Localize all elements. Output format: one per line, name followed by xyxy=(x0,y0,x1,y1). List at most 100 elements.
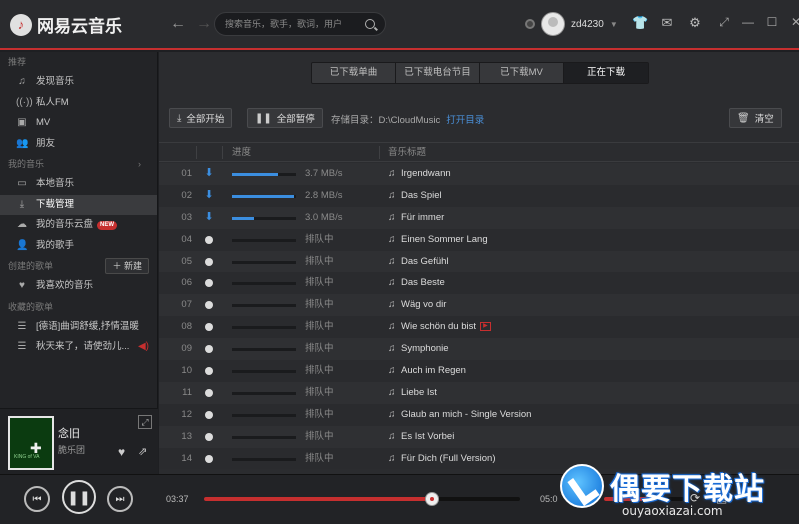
row-title[interactable]: Für immer xyxy=(401,207,444,229)
music-note-icon: ♫ xyxy=(388,365,396,377)
tab-downloaded-mv[interactable]: 已下载MV xyxy=(480,63,564,83)
new-playlist-button[interactable]: ＋ 新建 xyxy=(105,258,149,274)
sidebar-section-created: 创建的歌单 ＋ 新建 xyxy=(0,256,157,276)
table-row[interactable]: 05 排队中 ♫ Das Gefühl xyxy=(159,250,799,273)
forward-arrow-icon[interactable]: → xyxy=(196,15,212,33)
download-icon: ⤓ xyxy=(19,198,25,210)
sidebar-section-my-music[interactable]: 我的音乐 › xyxy=(0,154,157,174)
row-title[interactable]: Wie schön du bist ▶ xyxy=(401,316,491,338)
table-row[interactable]: 07 排队中 ♫ Wäg vo dir xyxy=(159,294,799,317)
table-row[interactable]: 10 排队中 ♫ Auch im Regen xyxy=(159,360,799,382)
progress-fill xyxy=(204,497,432,501)
music-note-icon: ♫ xyxy=(388,233,396,245)
row-progress-bar xyxy=(232,457,296,461)
table-row[interactable]: 04 排队中 ♫ Einen Sommer Lang xyxy=(159,228,799,251)
skin-icon[interactable]: 👕 xyxy=(632,16,648,30)
music-note-icon: ♫ xyxy=(18,76,26,87)
column-title[interactable]: 音乐标题 xyxy=(388,143,426,162)
row-title[interactable]: Das Beste xyxy=(401,272,445,294)
gear-icon[interactable]: ⚙ xyxy=(688,16,702,30)
username[interactable]: zd4230 xyxy=(571,19,604,30)
row-progress-bar xyxy=(232,260,296,264)
previous-button[interactable]: ⏮ xyxy=(24,486,50,512)
app-logo[interactable]: ♪ 网易云音乐 xyxy=(10,12,122,37)
sidebar-item-fm[interactable]: ((·)) 私人FM xyxy=(0,93,157,114)
start-all-button[interactable]: ⤓ 全部开始 xyxy=(169,108,233,128)
monitor-icon: ▭ xyxy=(17,178,27,189)
mini-mode-icon[interactable]: ⤢ xyxy=(718,16,730,28)
sidebar-item-artists[interactable]: 👤 我的歌手 xyxy=(0,236,157,257)
speaker-icon: ◀) xyxy=(137,341,149,352)
pause-all-button[interactable]: ❚❚ 全部暂停 xyxy=(247,108,323,128)
row-status: 排队中 xyxy=(305,233,334,245)
column-progress[interactable]: 进度 xyxy=(232,143,251,162)
playlist-icon: ☰ xyxy=(17,320,27,332)
row-status: 排队中 xyxy=(305,343,334,355)
row-title[interactable]: Glaub an mich - Single Version xyxy=(401,404,531,426)
new-badge: NEW xyxy=(97,220,118,230)
table-row[interactable]: 02 ⬇ 2.8 MB/s ♫ Das Spiel xyxy=(159,184,799,207)
sidebar-item-local[interactable]: ▭ 本地音乐 xyxy=(0,174,157,195)
tab-downloaded-songs[interactable]: 已下载单曲 xyxy=(312,63,396,83)
watermark-url: ouyaoxiazai.com xyxy=(622,504,723,518)
avatar[interactable] xyxy=(541,12,565,36)
sidebar-item-friends[interactable]: 👥 朋友 xyxy=(0,134,157,155)
row-title[interactable]: Auch im Regen xyxy=(401,360,466,382)
now-playing-artist[interactable]: 脆乐团 xyxy=(58,443,85,456)
sidebar-item-discover[interactable]: ♫ 发现音乐 xyxy=(0,72,157,93)
back-arrow-icon[interactable]: ← xyxy=(170,15,186,33)
now-playing-title[interactable]: 念旧 xyxy=(58,425,80,441)
row-number: 10 xyxy=(181,365,192,377)
close-icon[interactable]: ✕ xyxy=(790,16,799,28)
row-title[interactable]: Irgendwann xyxy=(401,163,451,185)
row-title[interactable]: Liebe Ist xyxy=(401,382,437,404)
sidebar-item-downloads[interactable]: ⤓ 下载管理 xyxy=(0,194,157,215)
user-area[interactable]: zd4230 ▼ xyxy=(525,12,618,36)
table-row[interactable]: 12 排队中 ♫ Glaub an mich - Single Version xyxy=(159,403,799,426)
progress-slider[interactable] xyxy=(204,492,520,506)
search-input[interactable] xyxy=(225,19,365,29)
row-title[interactable]: Das Spiel xyxy=(401,185,442,207)
row-progress-bar xyxy=(232,216,296,220)
table-row[interactable]: 01 ⬇ 3.7 MB/s ♫ Irgendwann xyxy=(159,163,799,185)
row-progress-bar xyxy=(232,413,296,417)
sidebar-item-liked[interactable]: ♥ 我喜欢的音乐 xyxy=(0,276,157,297)
row-title[interactable]: Einen Sommer Lang xyxy=(401,229,488,251)
row-title[interactable]: Das Gefühl xyxy=(401,251,449,273)
sidebar-item-mv[interactable]: ▣ MV xyxy=(0,113,157,134)
row-title[interactable]: Wäg vo dir xyxy=(401,294,446,316)
next-button[interactable]: ⏭ xyxy=(107,486,133,512)
table-row[interactable]: 11 排队中 ♫ Liebe Ist xyxy=(159,381,799,404)
main-panel: 已下载单曲 已下载电台节目 已下载MV 正在下载 ⤓ 全部开始 ❚❚ 全部暂停 存储… xyxy=(159,52,799,474)
expand-icon[interactable]: ⤢ xyxy=(138,415,152,429)
table-row[interactable]: 09 排队中 ♫ Symphonie xyxy=(159,338,799,361)
open-directory-link[interactable]: 打开目录 xyxy=(446,115,484,126)
chevron-down-icon[interactable]: ▼ xyxy=(610,20,618,29)
row-title[interactable]: Für Dich (Full Version) xyxy=(401,448,496,470)
maximize-icon[interactable]: ☐ xyxy=(766,16,778,28)
sidebar-item-playlist[interactable]: ☰ 秋天来了，请使劲儿... ◀) xyxy=(0,337,157,358)
clear-button[interactable]: 🗑 清空 xyxy=(729,108,782,128)
table-row[interactable]: 08 排队中 ♫ Wie schön du bist ▶ xyxy=(159,316,799,339)
table-row[interactable]: 03 ⬇ 3.0 MB/s ♫ Für immer xyxy=(159,206,799,229)
progress-knob[interactable] xyxy=(424,492,439,506)
heart-icon[interactable]: ♥ xyxy=(118,445,125,459)
row-title[interactable]: Symphonie xyxy=(401,338,449,360)
mail-icon[interactable]: ✉ xyxy=(660,16,674,30)
tab-downloading[interactable]: 正在下载 xyxy=(564,63,648,83)
minimize-icon[interactable]: — xyxy=(742,16,754,28)
music-note-icon: ♫ xyxy=(388,343,396,355)
mv-icon[interactable]: ▶ xyxy=(479,322,491,332)
chevron-right-icon: › xyxy=(138,159,141,169)
sidebar-item-label: 发现音乐 xyxy=(36,76,75,87)
table-row[interactable]: 13 排队中 ♫ Es Ist Vorbei xyxy=(159,425,799,448)
pause-button[interactable]: ❚❚ xyxy=(62,480,96,514)
table-row[interactable]: 06 排队中 ♫ Das Beste xyxy=(159,272,799,295)
share-icon[interactable]: ⇗ xyxy=(138,445,147,458)
album-cover[interactable]: ✚ KING of VA xyxy=(8,416,54,470)
search-icon[interactable] xyxy=(365,19,375,29)
row-title[interactable]: Es Ist Vorbei xyxy=(401,426,454,448)
sidebar-item-cloud[interactable]: ☁ 我的音乐云盘 NEW xyxy=(0,215,157,236)
tab-downloaded-radio[interactable]: 已下载电台节目 xyxy=(396,63,480,83)
sidebar-item-playlist[interactable]: ☰ [德语]曲调舒缓,抒情温暖 xyxy=(0,317,157,338)
